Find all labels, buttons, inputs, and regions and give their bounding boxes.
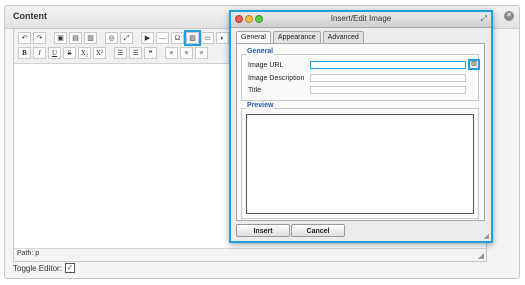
preview-box	[246, 114, 474, 214]
italic-icon[interactable]: I	[33, 47, 46, 59]
bold-icon[interactable]: B	[18, 47, 31, 59]
toggle-editor-checkbox[interactable]: ✓	[64, 263, 75, 273]
numlist-icon[interactable]: ☰	[129, 47, 142, 59]
dialog-title: Insert/Edit Image	[330, 14, 392, 23]
insert-button[interactable]: Insert	[236, 224, 290, 237]
paste-text-icon[interactable]: ▥	[84, 32, 97, 44]
title-input[interactable]	[310, 86, 466, 94]
blockquote-icon[interactable]: ❝	[144, 47, 157, 59]
image-url-input[interactable]	[310, 61, 466, 69]
expand-icon[interactable]: ⤢	[481, 14, 487, 24]
insert-icon[interactable]: ▭	[201, 32, 214, 44]
dialog-resize-grip-icon[interactable]: ◢	[484, 232, 489, 240]
preview-fieldset: Preview	[241, 102, 479, 219]
browse-icon[interactable]: ▥	[468, 59, 480, 70]
image-description-input[interactable]	[310, 74, 466, 82]
strikethrough-icon[interactable]: S	[63, 47, 76, 59]
charmap-icon[interactable]: Ω	[171, 32, 184, 44]
insert-image-dialog: Insert/Edit Image ⤢ General Appearance A…	[229, 10, 493, 243]
dialog-titlebar[interactable]: Insert/Edit Image ⤢	[231, 12, 491, 28]
toolbar-row-2: B I U S X₂ X² ☰ ☰ ❝ ≡ ≡ ≡	[18, 47, 208, 61]
image-url-row: Image URL ▥	[248, 59, 480, 70]
cancel-button[interactable]: Cancel	[291, 224, 345, 237]
bullist-icon[interactable]: ☰	[114, 47, 127, 59]
toggle-editor-label: Toggle Editor:	[13, 263, 62, 273]
find-icon[interactable]: ◎	[105, 32, 118, 44]
image-url-label: Image URL	[248, 61, 284, 69]
general-legend: General	[246, 48, 275, 55]
paste-icon[interactable]: ▤	[69, 32, 82, 44]
undo-icon[interactable]: ↶	[18, 32, 31, 44]
close-icon[interactable]: ✕	[504, 11, 514, 21]
preview-legend: Preview	[246, 102, 275, 109]
title-row: Title	[248, 86, 466, 94]
underline-icon[interactable]: U	[48, 47, 61, 59]
subscript-icon[interactable]: X₂	[78, 47, 91, 59]
align-center-icon[interactable]: ≡	[180, 47, 193, 59]
panel-title: Content	[13, 11, 47, 21]
toggle-editor: Toggle Editor: ✓	[13, 263, 75, 273]
image-icon[interactable]: ▨	[184, 30, 201, 46]
tab-advanced[interactable]: Advanced	[322, 31, 364, 43]
media-icon[interactable]: ▶	[141, 32, 154, 44]
tab-appearance[interactable]: Appearance	[272, 31, 321, 43]
image-description-row: Image Description	[248, 74, 466, 82]
fullscreen-icon[interactable]: ⤢	[120, 32, 133, 44]
image-description-label: Image Description	[248, 74, 305, 82]
superscript-icon[interactable]: X²	[93, 47, 106, 59]
hr-icon[interactable]: —	[156, 32, 169, 44]
editor-statusbar: Path: p ◢	[14, 248, 486, 261]
title-label: Title	[248, 86, 261, 94]
element-path: Path: p	[17, 250, 40, 257]
paste-word-icon[interactable]: ▣	[54, 32, 67, 44]
resize-grip-icon[interactable]: ◢	[478, 251, 484, 260]
more-icon[interactable]: ◐	[216, 32, 229, 44]
toolbar-row-1: ↶ ↷ ▣ ▤ ▥ ◎ ⤢ ▶ — Ω ▨ ▭ ◐	[18, 30, 229, 46]
general-fieldset: General Image URL ▥ Image Description Ti…	[241, 48, 480, 101]
tab-panel-general: General Image URL ▥ Image Description Ti…	[236, 43, 485, 221]
align-right-icon[interactable]: ≡	[195, 47, 208, 59]
redo-icon[interactable]: ↷	[33, 32, 46, 44]
align-left-icon[interactable]: ≡	[165, 47, 178, 59]
